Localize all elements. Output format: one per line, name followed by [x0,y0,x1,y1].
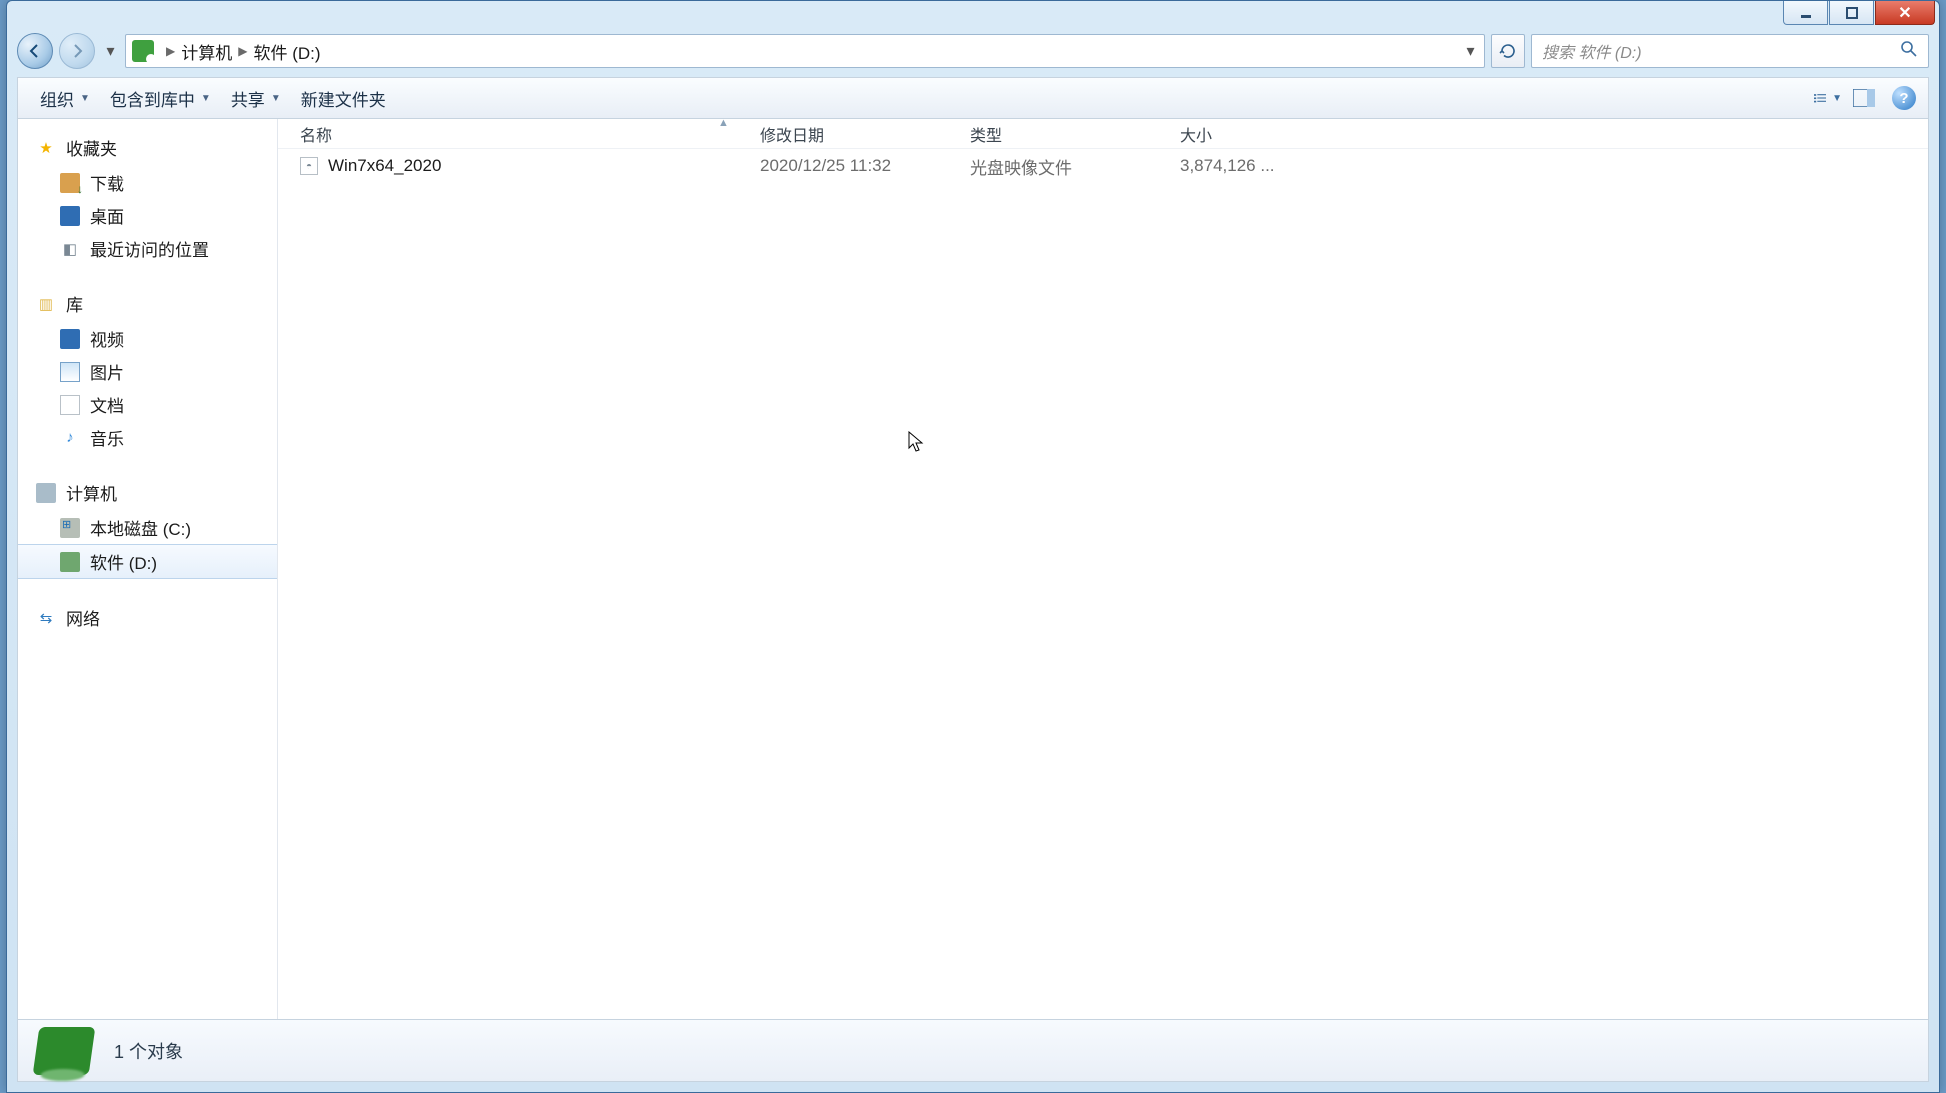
column-headers: 名称 修改日期 类型 大小 [278,119,1928,149]
share-menu[interactable]: 共享 ▼ [221,80,291,117]
sidebar-local-disk-c[interactable]: 本地磁盘 (C:) [18,511,277,544]
document-icon [60,395,80,415]
refresh-button[interactable] [1491,34,1525,68]
breadcrumb-computer[interactable]: 计算机 [181,39,232,64]
column-size[interactable]: 大小 [1158,122,1298,146]
sidebar-music[interactable]: ♪ 音乐 [18,421,277,454]
sidebar-favorites[interactable]: ★ 收藏夹 [18,129,277,166]
file-size: 3,874,126 ... [1158,156,1298,176]
sidebar-label: 文档 [90,392,124,417]
sidebar-videos[interactable]: 视频 [18,322,277,355]
sidebar-label: 库 [66,291,83,316]
include-menu[interactable]: 包含到库中 ▼ [100,80,221,117]
chevron-right-icon: ▶ [160,44,181,58]
cursor-icon [908,431,926,453]
history-dropdown[interactable]: ▾ [101,31,119,71]
column-label: 大小 [1180,128,1212,145]
sidebar-documents[interactable]: 文档 [18,388,277,421]
preview-pane-button[interactable] [1850,84,1878,112]
newfolder-label: 新建文件夹 [301,86,386,111]
address-dropdown[interactable]: ▾ [1456,35,1484,67]
sidebar-label: 本地磁盘 (C:) [90,515,191,540]
chevron-down-icon: ▼ [201,93,211,104]
sidebar-desktop[interactable]: 桌面 [18,199,277,232]
download-icon [60,173,80,193]
organize-menu[interactable]: 组织 ▼ [30,80,100,117]
breadcrumb-drive[interactable]: 软件 (D:) [253,39,320,64]
file-date: 2020/12/25 11:32 [738,156,948,176]
sidebar-recent[interactable]: ◧ 最近访问的位置 [18,232,277,265]
column-label: 类型 [970,128,1002,145]
close-button[interactable]: ✕ [1875,1,1935,25]
search-input[interactable]: 搜索 软件 (D:) [1531,34,1929,68]
status-text: 1 个对象 [114,1038,183,1064]
search-placeholder: 搜索 软件 (D:) [1542,39,1642,63]
organize-label: 组织 [40,86,74,111]
maximize-button[interactable] [1829,1,1874,25]
include-label: 包含到库中 [110,86,195,111]
column-label: 名称 [300,128,332,145]
drive-icon [60,518,80,538]
column-label: 修改日期 [760,128,824,145]
sidebar-pictures[interactable]: 图片 [18,355,277,388]
chevron-down-icon: ▼ [271,93,281,104]
back-button[interactable] [17,33,53,69]
library-icon: ▥ [36,294,56,314]
drive-icon [132,40,154,62]
sidebar-label: 收藏夹 [66,135,117,160]
drive-large-icon [33,1027,96,1075]
sidebar-software-d[interactable]: 软件 (D:) [18,544,277,579]
share-label: 共享 [231,86,265,111]
sidebar-libraries[interactable]: ▥库 [18,285,277,322]
navigation-row: ▾ ▶ 计算机 ▶ 软件 (D:) ▾ 搜索 软件 (D:) [17,31,1929,71]
music-icon: ♪ [60,428,80,448]
sidebar-label: 下载 [90,170,124,195]
desktop-icon [60,206,80,226]
sidebar-label: 计算机 [66,480,117,505]
file-row[interactable]: ◓ Win7x64_2020 2020/12/25 11:32 光盘映像文件 3… [278,149,1928,183]
sidebar-label: 最近访问的位置 [90,236,209,261]
toolbar: 组织 ▼ 包含到库中 ▼ 共享 ▼ 新建文件夹 ▼ ? [17,77,1929,119]
status-bar: 1 个对象 [17,1020,1929,1082]
computer-icon [36,483,56,503]
help-button[interactable]: ? [1892,86,1916,110]
drive-icon [60,552,80,572]
column-type[interactable]: 类型 [948,122,1158,146]
recent-icon: ◧ [60,239,80,259]
sidebar-downloads[interactable]: 下载 [18,166,277,199]
sidebar-label: 视频 [90,326,124,351]
sidebar-computer[interactable]: 计算机 [18,474,277,511]
sort-indicator-icon: ▲ [718,117,729,129]
chevron-down-icon: ▼ [1832,93,1842,104]
iso-file-icon: ◓ [300,157,318,175]
view-mode-button[interactable]: ▼ [1814,84,1842,112]
chevron-right-icon: ▶ [232,44,253,58]
search-icon [1900,40,1918,63]
file-name: Win7x64_2020 [328,156,441,176]
sidebar-network[interactable]: ⇆ 网络 [18,599,277,636]
chevron-down-icon: ▼ [80,93,90,104]
file-list[interactable]: ▲ 名称 修改日期 类型 大小 ◓ Win7x64_2020 2020/12/2… [278,119,1928,1019]
sidebar-label: 软件 (D:) [90,549,157,574]
picture-icon [60,362,80,382]
network-icon: ⇆ [36,608,56,628]
body-area: ★收藏夹 下载 桌面 ◧最近访问的位置 ▥库 视频 图片 文档 ♪音乐 计算机 … [17,119,1929,1020]
new-folder-button[interactable]: 新建文件夹 [291,80,396,117]
sidebar-label: 网络 [66,605,100,630]
sidebar-label: 桌面 [90,203,124,228]
minimize-button[interactable] [1783,1,1828,25]
video-icon [60,329,80,349]
file-type: 光盘映像文件 [948,154,1158,179]
explorer-window: ✕ ▾ ▶ 计算机 ▶ 软件 (D:) ▾ 搜索 软件 (D:) [6,0,1940,1093]
address-bar[interactable]: ▶ 计算机 ▶ 软件 (D:) ▾ [125,34,1485,68]
star-icon: ★ [36,138,56,158]
sidebar-label: 图片 [90,359,124,384]
title-bar: ✕ [7,1,1939,31]
sidebar-label: 音乐 [90,425,124,450]
forward-button[interactable] [59,33,95,69]
navigation-pane: ★收藏夹 下载 桌面 ◧最近访问的位置 ▥库 视频 图片 文档 ♪音乐 计算机 … [18,119,278,1019]
column-date[interactable]: 修改日期 [738,122,948,146]
column-name[interactable]: 名称 [278,122,738,146]
